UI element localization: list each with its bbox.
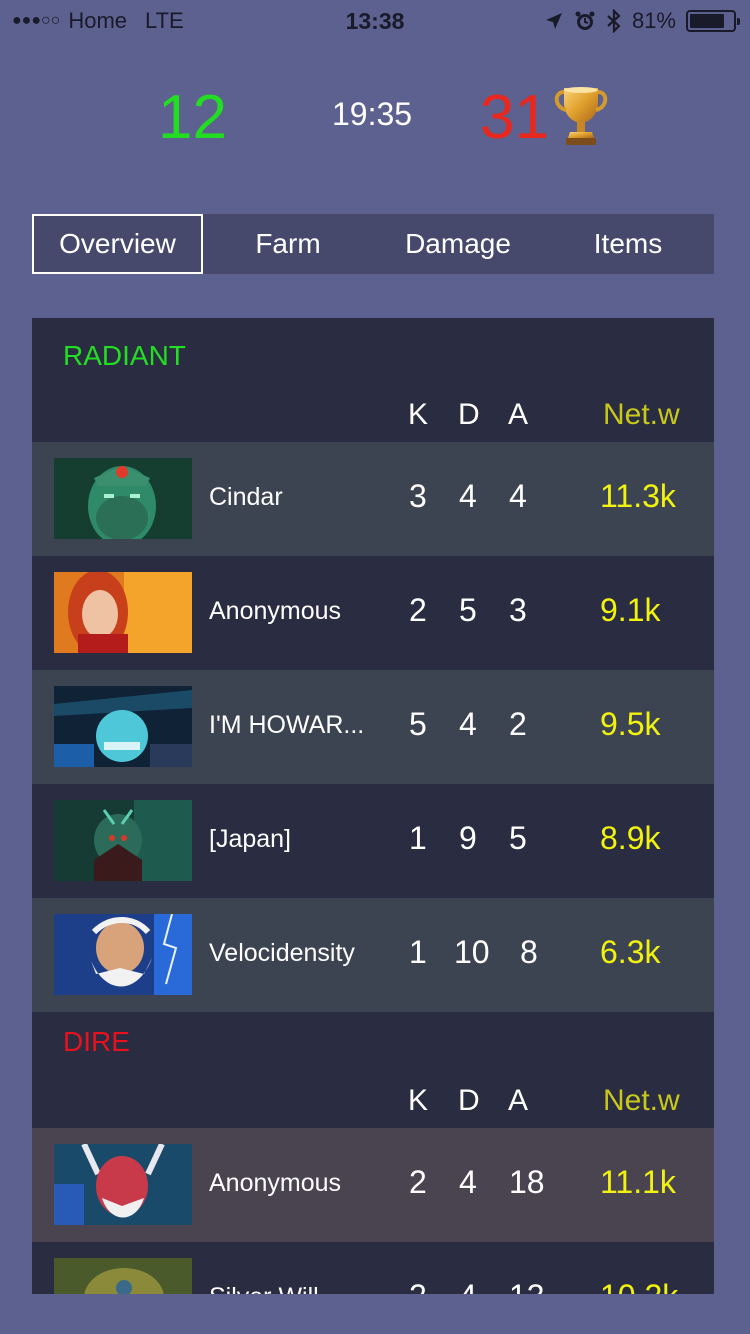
alarm-clock-icon bbox=[575, 11, 595, 30]
player-networth: 9.1k bbox=[600, 592, 661, 628]
player-networth: 9.5k bbox=[600, 706, 661, 742]
player-kills: 1 bbox=[409, 820, 427, 856]
tab-items[interactable]: Items bbox=[543, 214, 713, 274]
player-row[interactable]: [Japan] 1 9 5 8.9k bbox=[32, 784, 714, 898]
hero-avatar-icon bbox=[54, 458, 192, 539]
networth-column-header: Net.w bbox=[603, 1084, 680, 1117]
hero-avatar-icon bbox=[54, 1144, 192, 1225]
player-networth: 11.3k bbox=[600, 478, 676, 514]
player-assists: 2 bbox=[509, 706, 527, 742]
deaths-column-header: D bbox=[458, 398, 480, 431]
hero-avatar-icon bbox=[54, 800, 192, 881]
player-row[interactable]: Anonymous 2 5 3 9.1k bbox=[32, 556, 714, 670]
player-kills: 5 bbox=[409, 706, 427, 742]
status-right: 81% bbox=[544, 8, 740, 34]
bluetooth-icon bbox=[607, 9, 621, 33]
player-deaths: 4 bbox=[459, 1164, 477, 1200]
player-row[interactable]: Silver Will 2 4 13 10.2k bbox=[32, 1242, 714, 1294]
battery-icon bbox=[686, 10, 740, 32]
player-deaths: 10 bbox=[454, 934, 490, 970]
player-name: Anonymous bbox=[209, 1169, 342, 1197]
player-assists: 18 bbox=[509, 1164, 545, 1200]
dire-score: 31 bbox=[480, 83, 549, 152]
player-name: Anonymous bbox=[209, 597, 342, 625]
hero-avatar-icon bbox=[54, 914, 192, 995]
match-duration: 19:35 bbox=[332, 96, 413, 132]
hero-avatar-icon bbox=[54, 572, 192, 653]
dire-column-header: K D A Net.w bbox=[32, 1076, 714, 1128]
radiant-label: RADIANT bbox=[63, 340, 186, 371]
player-networth: 11.1k bbox=[600, 1164, 676, 1200]
tab-bar: Overview Farm Damage Items bbox=[32, 214, 714, 274]
scoreboard-panel[interactable]: RADIANT K D A Net.w Cindar 3 4 4 11.3k A… bbox=[32, 318, 714, 1294]
hero-avatar-icon bbox=[54, 686, 192, 767]
player-name: [Japan] bbox=[209, 825, 292, 853]
player-assists: 3 bbox=[509, 592, 527, 628]
player-name: Velocidensity bbox=[209, 939, 355, 967]
hero-avatar-icon bbox=[54, 1258, 192, 1294]
player-deaths: 4 bbox=[459, 478, 477, 514]
player-assists: 4 bbox=[509, 478, 527, 514]
dire-label: DIRE bbox=[63, 1026, 130, 1057]
player-kills: 2 bbox=[409, 1164, 427, 1200]
player-kills: 2 bbox=[409, 1278, 427, 1294]
player-name: Silver Will bbox=[209, 1283, 319, 1294]
player-row[interactable]: Cindar 3 4 4 11.3k bbox=[32, 442, 714, 556]
battery-level bbox=[690, 14, 725, 28]
player-name: Cindar bbox=[209, 483, 283, 511]
kills-column-header: K bbox=[408, 1084, 429, 1117]
radiant-column-header: K D A Net.w bbox=[32, 390, 714, 442]
player-assists: 5 bbox=[509, 820, 527, 856]
location-arrow-icon bbox=[545, 13, 562, 29]
status-bar: ●●●○○ Home LTE 13:38 81% bbox=[0, 0, 750, 40]
radiant-header: RADIANT bbox=[32, 318, 714, 390]
player-name: I'M HOWAR... bbox=[209, 711, 365, 739]
player-networth: 10.2k bbox=[600, 1278, 678, 1294]
tab-damage[interactable]: Damage bbox=[373, 214, 543, 274]
player-deaths: 5 bbox=[459, 592, 477, 628]
player-kills: 3 bbox=[409, 478, 427, 514]
assists-column-header: A bbox=[508, 1084, 529, 1117]
tab-overview[interactable]: Overview bbox=[32, 214, 203, 274]
deaths-column-header: D bbox=[458, 1084, 480, 1117]
player-networth: 8.9k bbox=[600, 820, 661, 856]
player-assists: 8 bbox=[520, 934, 538, 970]
player-kills: 2 bbox=[409, 592, 427, 628]
player-deaths: 4 bbox=[459, 706, 477, 742]
trophy-icon bbox=[554, 87, 608, 145]
radiant-score: 12 bbox=[158, 83, 227, 152]
dire-header: DIRE bbox=[32, 1012, 714, 1076]
networth-column-header: Net.w bbox=[603, 398, 680, 431]
player-networth: 6.3k bbox=[600, 934, 661, 970]
player-assists: 13 bbox=[509, 1278, 545, 1294]
player-row[interactable]: Velocidensity 1 10 8 6.3k bbox=[32, 898, 714, 1012]
player-row[interactable]: I'M HOWAR... 5 4 2 9.5k bbox=[32, 670, 714, 784]
player-row[interactable]: Anonymous 2 4 18 11.1k bbox=[32, 1128, 714, 1242]
assists-column-header: A bbox=[508, 398, 529, 431]
tab-farm[interactable]: Farm bbox=[203, 214, 373, 274]
player-kills: 1 bbox=[409, 934, 427, 970]
player-deaths: 9 bbox=[459, 820, 477, 856]
battery-percent: 81% bbox=[631, 8, 676, 33]
player-deaths: 4 bbox=[459, 1278, 477, 1294]
kills-column-header: K bbox=[408, 398, 429, 431]
